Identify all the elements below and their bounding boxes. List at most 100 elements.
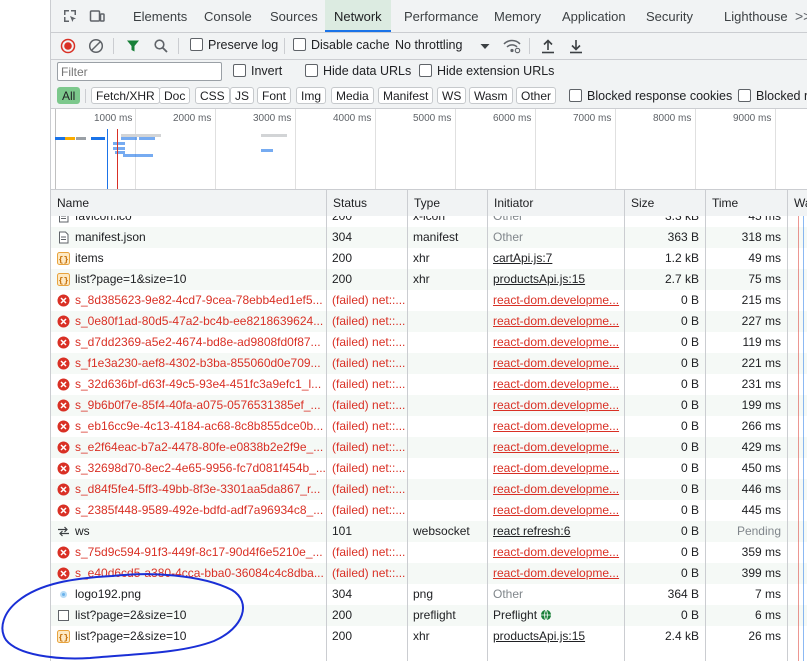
- chip-doc[interactable]: Doc: [159, 87, 191, 104]
- chip-other[interactable]: Other: [516, 87, 557, 104]
- inspect-element-icon[interactable]: [62, 8, 78, 24]
- chip-font[interactable]: Font: [257, 87, 292, 104]
- preserve-log-checkbox[interactable]: [190, 38, 203, 51]
- request-name[interactable]: s_eb16cc9e-4c13-4184-ac68-8c8b855dce0b..…: [51, 416, 326, 437]
- blocked-response-cookies-toggle[interactable]: Blocked response cookies: [569, 89, 732, 103]
- request-name[interactable]: s_d84f5fe4-5ff3-49bb-8f3e-3301aa5da867_r…: [51, 479, 326, 500]
- disable-cache-toggle[interactable]: Disable cache: [293, 38, 390, 52]
- request-name[interactable]: s_e2f64eac-b7a2-4478-80fe-e0838b2e2f9e_.…: [51, 437, 326, 458]
- request-name[interactable]: s_2385f448-9589-492e-bdfd-adf7a96934c8_.…: [51, 500, 326, 521]
- table-row[interactable]: logo192.png 304 png Other 364 B 7 ms: [51, 584, 807, 605]
- chip-ws[interactable]: WS: [437, 87, 467, 104]
- request-initiator[interactable]: react-dom.developme...: [487, 353, 624, 374]
- hide-data-urls-checkbox[interactable]: [305, 64, 318, 77]
- throttling-select[interactable]: No throttling: [395, 38, 462, 52]
- tab-sources[interactable]: Sources: [263, 0, 325, 32]
- preflight-globe-icon[interactable]: [540, 609, 552, 621]
- request-initiator[interactable]: react-dom.developme...: [487, 290, 624, 311]
- column-header-initiator[interactable]: Initiator: [487, 190, 624, 216]
- table-row[interactable]: s_d84f5fe4-5ff3-49bb-8f3e-3301aa5da867_r…: [51, 479, 807, 500]
- request-initiator[interactable]: react-dom.developme...: [487, 311, 624, 332]
- request-initiator[interactable]: react-dom.developme...: [487, 374, 624, 395]
- request-initiator[interactable]: react-dom.developme...: [487, 563, 624, 584]
- table-row[interactable]: s_8d385623-9e82-4cd7-9cea-78ebb4ed1ef5..…: [51, 290, 807, 311]
- table-row[interactable]: list?page=2&size=10 200 preflight Preflight…: [51, 605, 807, 626]
- request-initiator[interactable]: react refresh:6: [487, 521, 624, 542]
- column-header-time[interactable]: Time: [705, 190, 787, 216]
- request-name[interactable]: s_9b6b0f7e-85f4-40fa-a075-0576531385ef_.…: [51, 395, 326, 416]
- table-row[interactable]: s_9b6b0f7e-85f4-40fa-a075-0576531385ef_.…: [51, 395, 807, 416]
- request-name[interactable]: s_f1e3a230-aef8-4302-b3ba-855060d0e709..…: [51, 353, 326, 374]
- column-header-status[interactable]: Status: [326, 190, 407, 216]
- request-name[interactable]: items: [51, 248, 326, 269]
- column-header-type[interactable]: Type: [407, 190, 487, 216]
- request-name[interactable]: manifest.json: [51, 227, 326, 248]
- table-row[interactable]: s_eb16cc9e-4c13-4184-ac68-8c8b855dce0b..…: [51, 416, 807, 437]
- request-initiator[interactable]: react-dom.developme...: [487, 332, 624, 353]
- table-row[interactable]: s_d7dd2369-a5e2-4674-bd8e-ad9808fd0f87..…: [51, 332, 807, 353]
- chip-wasm[interactable]: Wasm: [469, 87, 513, 104]
- blocked-requests-checkbox[interactable]: [738, 89, 751, 102]
- column-header-waterfall[interactable]: Wa: [787, 190, 807, 216]
- table-row[interactable]: s_e2f64eac-b7a2-4478-80fe-e0838b2e2f9e_.…: [51, 437, 807, 458]
- request-name[interactable]: s_e40d6cd5-a380-4cca-bba0-36084c4c8dba..…: [51, 563, 326, 584]
- table-row[interactable]: {} list?page=2&size=10 200 xhr productsApi.j…: [51, 626, 807, 647]
- column-header-size[interactable]: Size: [624, 190, 705, 216]
- device-toolbar-icon[interactable]: [89, 8, 105, 24]
- filter-input[interactable]: [57, 62, 222, 81]
- request-initiator[interactable]: react-dom.developme...: [487, 479, 624, 500]
- request-name[interactable]: ws: [51, 521, 326, 542]
- request-name[interactable]: s_32698d70-8ec2-4e65-9956-fc7d081f454b_.…: [51, 458, 326, 479]
- request-name[interactable]: s_8d385623-9e82-4cd7-9cea-78ebb4ed1ef5..…: [51, 290, 326, 311]
- network-conditions-icon[interactable]: [503, 38, 521, 54]
- invert-toggle[interactable]: Invert: [233, 64, 282, 78]
- table-row[interactable]: ws 101 websocket react refresh:6 0 B Pending: [51, 521, 807, 542]
- chip-fetch-xhr[interactable]: Fetch/XHR: [91, 87, 160, 104]
- table-row[interactable]: s_32d636bf-d63f-49c5-93e4-451fc3a9efc1_l…: [51, 374, 807, 395]
- tab-lighthouse[interactable]: Lighthouse: [717, 0, 795, 32]
- invert-checkbox[interactable]: [233, 64, 246, 77]
- tab-console[interactable]: Console: [197, 0, 259, 32]
- request-name[interactable]: s_32d636bf-d63f-49c5-93e4-451fc3a9efc1_l…: [51, 374, 326, 395]
- blocked-response-cookies-checkbox[interactable]: [569, 89, 582, 102]
- request-initiator[interactable]: react-dom.developme...: [487, 395, 624, 416]
- clear-icon[interactable]: [88, 38, 104, 54]
- more-tabs-chevron-icon[interactable]: >>: [795, 0, 807, 32]
- table-row[interactable]: s_f1e3a230-aef8-4302-b3ba-855060d0e709..…: [51, 353, 807, 374]
- table-row[interactable]: s_e40d6cd5-a380-4cca-bba0-36084c4c8dba..…: [51, 563, 807, 584]
- tab-performance[interactable]: Performance: [397, 0, 485, 32]
- filter-icon[interactable]: [125, 38, 141, 54]
- request-name[interactable]: list?page=2&size=10: [51, 605, 326, 626]
- table-row[interactable]: s_0e80f1ad-80d5-47a2-bc4b-ee8218639624..…: [51, 311, 807, 332]
- request-name[interactable]: list?page=1&size=10: [51, 269, 326, 290]
- hide-data-urls-toggle[interactable]: Hide data URLs: [305, 64, 411, 78]
- column-header-name[interactable]: Name: [51, 190, 326, 216]
- request-initiator[interactable]: react-dom.developme...: [487, 458, 624, 479]
- hide-extension-urls-toggle[interactable]: Hide extension URLs: [419, 64, 554, 78]
- table-row[interactable]: s_32698d70-8ec2-4e65-9956-fc7d081f454b_.…: [51, 458, 807, 479]
- request-initiator[interactable]: productsApi.js:15: [487, 626, 624, 647]
- tab-security[interactable]: Security: [639, 0, 700, 32]
- request-initiator[interactable]: cartApi.js:7: [487, 248, 624, 269]
- table-row[interactable]: s_75d9c594-91f3-449f-8c17-90d4f6e5210e_.…: [51, 542, 807, 563]
- request-initiator[interactable]: react-dom.developme...: [487, 542, 624, 563]
- request-name[interactable]: logo192.png: [51, 584, 326, 605]
- export-har-icon[interactable]: [569, 38, 583, 54]
- preserve-log-toggle[interactable]: Preserve log: [190, 38, 278, 52]
- table-row[interactable]: {} items 200 xhr cartApi.js:7 1.2 kB 49 ms: [51, 248, 807, 269]
- import-har-icon[interactable]: [541, 38, 555, 54]
- chip-manifest[interactable]: Manifest: [378, 87, 434, 104]
- chip-css[interactable]: CSS: [195, 87, 230, 104]
- stop-recording-icon[interactable]: [60, 38, 76, 54]
- request-initiator[interactable]: react-dom.developme...: [487, 437, 624, 458]
- blocked-requests-toggle[interactable]: Blocked re: [738, 89, 807, 103]
- hide-extension-urls-checkbox[interactable]: [419, 64, 432, 77]
- network-overview-timeline[interactable]: 1000 ms 2000 ms 3000 ms 4000 ms 5000 ms …: [51, 109, 807, 190]
- request-name[interactable]: s_75d9c594-91f3-449f-8c17-90d4f6e5210e_.…: [51, 542, 326, 563]
- chip-media[interactable]: Media: [331, 87, 374, 104]
- request-initiator[interactable]: productsApi.js:15: [487, 269, 624, 290]
- search-icon[interactable]: [153, 38, 169, 54]
- request-name[interactable]: s_0e80f1ad-80d5-47a2-bc4b-ee8218639624..…: [51, 311, 326, 332]
- request-name[interactable]: s_d7dd2369-a5e2-4674-bd8e-ad9808fd0f87..…: [51, 332, 326, 353]
- table-row[interactable]: s_2385f448-9589-492e-bdfd-adf7a96934c8_.…: [51, 500, 807, 521]
